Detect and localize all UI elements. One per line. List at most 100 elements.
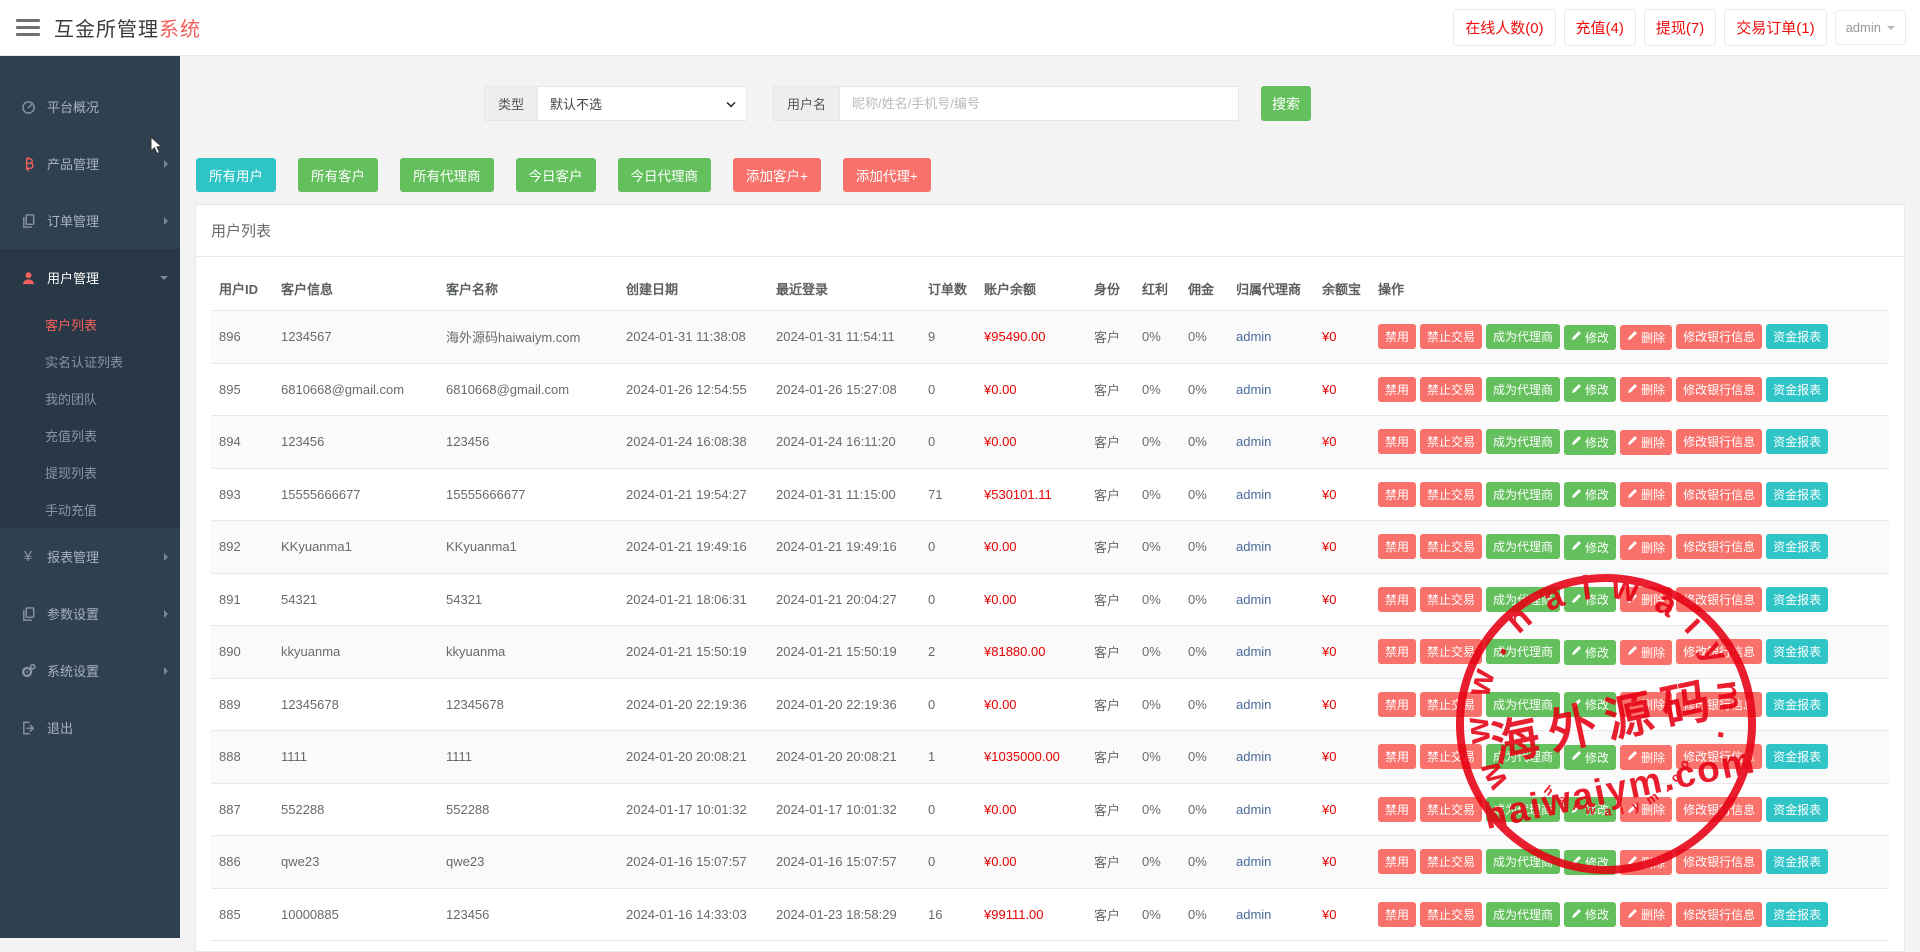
- make-agent-button[interactable]: 成为代理商: [1486, 481, 1561, 507]
- edit-bank-button[interactable]: 修改银行信息: [1676, 796, 1763, 822]
- disable-button[interactable]: 禁用: [1378, 481, 1417, 507]
- forbid-trade-button[interactable]: 禁止交易: [1420, 534, 1483, 559]
- make-agent-button[interactable]: 成为代理商: [1486, 639, 1561, 664]
- withdraw-button[interactable]: 提现(7): [1643, 9, 1717, 46]
- cell-agent[interactable]: admin: [1228, 678, 1314, 731]
- online-count-button[interactable]: 在线人数(0): [1453, 9, 1556, 46]
- make-agent-button[interactable]: 成为代理商: [1486, 586, 1561, 612]
- edit-button[interactable]: 修改: [1564, 639, 1617, 665]
- forbid-trade-button[interactable]: 禁止交易: [1420, 376, 1483, 402]
- edit-bank-button[interactable]: 修改银行信息: [1676, 481, 1763, 507]
- admin-user-menu[interactable]: admin: [1834, 10, 1906, 45]
- edit-bank-button[interactable]: 修改银行信息: [1676, 429, 1763, 454]
- cell-agent[interactable]: admin: [1228, 520, 1314, 574]
- disable-button[interactable]: 禁用: [1378, 691, 1417, 717]
- delete-button[interactable]: 删除: [1620, 429, 1673, 455]
- edit-button[interactable]: 修改: [1564, 377, 1617, 402]
- sidebar-item-products[interactable]: 产品管理: [0, 135, 180, 192]
- delete-button[interactable]: 删除: [1620, 902, 1673, 927]
- add-agent-button[interactable]: 添加代理+: [842, 158, 931, 192]
- cell-agent[interactable]: admin: [1228, 363, 1314, 416]
- delete-button[interactable]: 删除: [1620, 587, 1673, 612]
- delete-button[interactable]: 删除: [1620, 692, 1673, 717]
- disable-button[interactable]: 禁用: [1378, 429, 1417, 454]
- delete-button[interactable]: 删除: [1620, 534, 1673, 560]
- edit-button[interactable]: 修改: [1564, 797, 1617, 822]
- sidebar-subitem-customer-list[interactable]: 客户列表: [0, 306, 180, 343]
- sidebar-item-reports[interactable]: ¥ 报表管理: [0, 528, 180, 585]
- fund-report-button[interactable]: 资金报表: [1766, 376, 1829, 402]
- make-agent-button[interactable]: 成为代理商: [1486, 901, 1561, 927]
- delete-button[interactable]: 删除: [1620, 324, 1673, 350]
- edit-button[interactable]: 修改: [1564, 482, 1617, 507]
- delete-button[interactable]: 删除: [1620, 377, 1673, 402]
- disable-button[interactable]: 禁用: [1378, 586, 1417, 612]
- make-agent-button[interactable]: 成为代理商: [1486, 534, 1561, 559]
- type-select[interactable]: 默认不选: [537, 86, 748, 121]
- today-agents-button[interactable]: 今日代理商: [617, 158, 711, 192]
- forbid-trade-button[interactable]: 禁止交易: [1420, 481, 1483, 507]
- trade-orders-button[interactable]: 交易订单(1): [1724, 9, 1827, 46]
- edit-bank-button[interactable]: 修改银行信息: [1676, 586, 1763, 612]
- fund-report-button[interactable]: 资金报表: [1766, 691, 1829, 717]
- fund-report-button[interactable]: 资金报表: [1766, 481, 1829, 507]
- fund-report-button[interactable]: 资金报表: [1766, 849, 1829, 874]
- sidebar-item-orders[interactable]: 订单管理: [0, 192, 180, 249]
- edit-button[interactable]: 修改: [1564, 587, 1617, 612]
- fund-report-button[interactable]: 资金报表: [1766, 586, 1829, 612]
- make-agent-button[interactable]: 成为代理商: [1486, 744, 1561, 769]
- sidebar-item-logout[interactable]: 退出: [0, 699, 180, 756]
- fund-report-button[interactable]: 资金报表: [1766, 429, 1829, 454]
- sidebar-item-overview[interactable]: 平台概况: [0, 78, 180, 135]
- all-agents-button[interactable]: 所有代理商: [400, 158, 494, 192]
- edit-button[interactable]: 修改: [1564, 429, 1617, 455]
- cell-agent[interactable]: admin: [1228, 835, 1314, 889]
- cell-agent[interactable]: admin: [1228, 888, 1314, 941]
- disable-button[interactable]: 禁用: [1378, 534, 1417, 559]
- make-agent-button[interactable]: 成为代理商: [1486, 324, 1561, 349]
- sidebar-item-users[interactable]: 用户管理: [0, 249, 180, 306]
- search-button[interactable]: 搜索: [1261, 86, 1312, 121]
- edit-bank-button[interactable]: 修改银行信息: [1676, 639, 1763, 664]
- disable-button[interactable]: 禁用: [1378, 901, 1417, 927]
- delete-button[interactable]: 删除: [1620, 797, 1673, 822]
- edit-bank-button[interactable]: 修改银行信息: [1676, 324, 1763, 349]
- edit-button[interactable]: 修改: [1564, 902, 1617, 927]
- forbid-trade-button[interactable]: 禁止交易: [1420, 796, 1483, 822]
- all-users-button[interactable]: 所有用户: [196, 158, 276, 192]
- sidebar-subitem-kyc-list[interactable]: 实名认证列表: [0, 343, 180, 380]
- disable-button[interactable]: 禁用: [1378, 796, 1417, 822]
- all-customers-button[interactable]: 所有客户: [298, 158, 378, 192]
- sidebar-subitem-deposit-list[interactable]: 充值列表: [0, 417, 180, 454]
- edit-button[interactable]: 修改: [1564, 534, 1617, 560]
- disable-button[interactable]: 禁用: [1378, 849, 1417, 874]
- make-agent-button[interactable]: 成为代理商: [1486, 849, 1561, 874]
- cell-agent[interactable]: admin: [1228, 468, 1314, 521]
- edit-button[interactable]: 修改: [1564, 692, 1617, 717]
- delete-button[interactable]: 删除: [1620, 639, 1673, 665]
- fund-report-button[interactable]: 资金报表: [1766, 324, 1829, 349]
- edit-button[interactable]: 修改: [1564, 849, 1617, 875]
- cell-agent[interactable]: admin: [1228, 783, 1314, 836]
- fund-report-button[interactable]: 资金报表: [1766, 639, 1829, 664]
- cell-agent[interactable]: admin: [1228, 573, 1314, 626]
- edit-bank-button[interactable]: 修改银行信息: [1676, 744, 1763, 769]
- add-customer-button[interactable]: 添加客户+: [733, 158, 821, 192]
- sidebar-subitem-manual-deposit[interactable]: 手动充值: [0, 491, 180, 528]
- fund-report-button[interactable]: 资金报表: [1766, 744, 1829, 769]
- forbid-trade-button[interactable]: 禁止交易: [1420, 744, 1483, 769]
- edit-bank-button[interactable]: 修改银行信息: [1676, 376, 1763, 402]
- disable-button[interactable]: 禁用: [1378, 744, 1417, 769]
- hamburger-menu-icon[interactable]: [16, 15, 40, 40]
- delete-button[interactable]: 删除: [1620, 482, 1673, 507]
- edit-bank-button[interactable]: 修改银行信息: [1676, 849, 1763, 874]
- forbid-trade-button[interactable]: 禁止交易: [1420, 429, 1483, 454]
- sidebar-item-system[interactable]: 系统设置: [0, 642, 180, 699]
- forbid-trade-button[interactable]: 禁止交易: [1420, 691, 1483, 717]
- forbid-trade-button[interactable]: 禁止交易: [1420, 849, 1483, 874]
- fund-report-button[interactable]: 资金报表: [1766, 534, 1829, 559]
- deposit-button[interactable]: 充值(4): [1563, 9, 1636, 46]
- cell-agent[interactable]: admin: [1228, 730, 1314, 784]
- make-agent-button[interactable]: 成为代理商: [1486, 429, 1561, 454]
- cell-agent[interactable]: admin: [1228, 625, 1314, 679]
